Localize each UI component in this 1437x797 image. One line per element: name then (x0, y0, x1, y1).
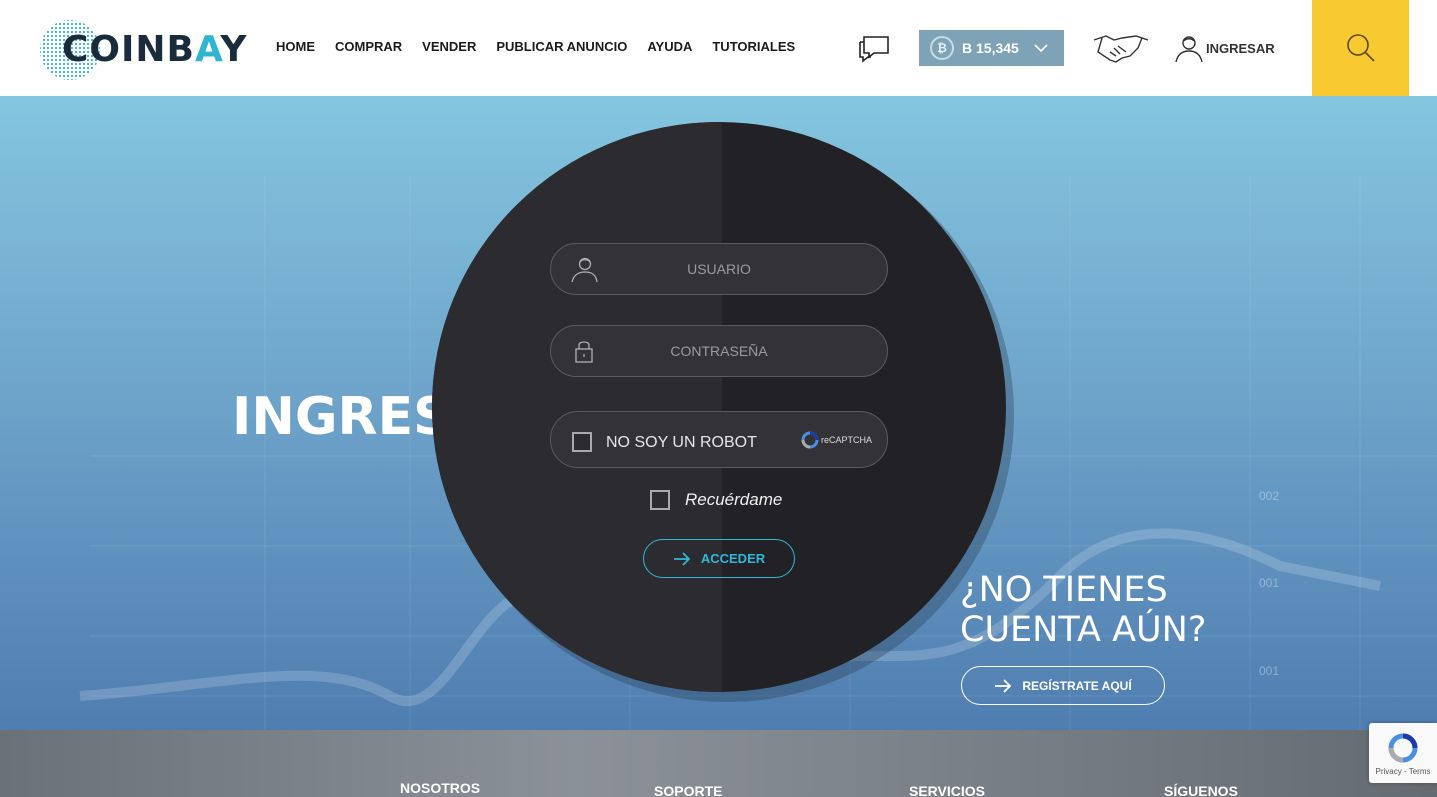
arrow-right-icon (995, 678, 1012, 693)
chart-tick-label: 001 (1259, 664, 1280, 678)
nav-publicar-anuncio[interactable]: PUBLICAR ANUNCIO (496, 38, 627, 56)
no-account-heading: ¿NO TIENES CUENTA AÚN? (960, 570, 1206, 650)
chart-tick-label: 002 (1259, 489, 1280, 503)
nav-home[interactable]: HOME (276, 38, 315, 56)
recaptcha-brand-text: reCAPTCHA (821, 435, 873, 445)
login-submit-button[interactable]: ACCEDER (643, 539, 795, 578)
login-link[interactable]: INGRESAR (1172, 32, 1275, 64)
nav-ayuda[interactable]: AYUDA (647, 38, 692, 56)
logo-wordmark: COINBAY (62, 29, 248, 70)
remember-me-checkbox[interactable] (650, 490, 670, 510)
handshake-icon[interactable] (1092, 30, 1150, 66)
recaptcha-widget: NO SOY UN ROBOT reCAPTCHA (550, 411, 888, 468)
recaptcha-badge-links[interactable]: Privacy - Terms (1376, 767, 1431, 776)
recaptcha-logo-icon (801, 431, 819, 449)
password-field[interactable] (550, 325, 888, 377)
search-button[interactable] (1312, 0, 1409, 96)
recaptcha-badge[interactable]: Privacy - Terms (1369, 723, 1437, 783)
login-label: INGRESAR (1206, 40, 1275, 56)
remember-me-label: Recuérdame (685, 490, 783, 509)
recaptcha-checkbox[interactable] (572, 432, 592, 452)
user-icon (571, 257, 598, 283)
register-label: REGÍSTRATE AQUÍ (1022, 678, 1132, 693)
register-button[interactable]: REGÍSTRATE AQUÍ (961, 666, 1165, 705)
nav-comprar[interactable]: COMPRAR (335, 38, 402, 56)
footer-heading-soporte: SOPORTE (654, 783, 723, 797)
recaptcha-logo-icon (1388, 733, 1418, 762)
footer-heading-siguenos: SÍGUENOS (1164, 783, 1238, 797)
nav-tutoriales[interactable]: TUTORIALES (712, 38, 795, 56)
recaptcha-brand: reCAPTCHA (801, 431, 872, 449)
username-field[interactable] (550, 243, 888, 295)
login-hero: 002 001 001 INGRESAR NO SOY UN ROBOT (0, 96, 1437, 730)
footer-heading-nosotros: NOSOTROS (400, 780, 481, 796)
site-header: COINBAY HOME COMPRAR VENDER PUBLICAR ANU… (0, 0, 1437, 96)
login-submit-label: ACCEDER (700, 551, 766, 566)
password-input[interactable] (551, 326, 887, 376)
nav-vender[interactable]: VENDER (422, 38, 476, 56)
login-panel: NO SOY UN ROBOT reCAPTCHA Recuérdame ACC… (432, 122, 1006, 692)
coinbay-logo[interactable]: COINBAY (38, 18, 248, 82)
no-account-line-2: CUENTA AÚN? (960, 610, 1207, 650)
arrow-right-icon (673, 551, 691, 566)
chevron-down-icon (1034, 44, 1048, 53)
btc-balance-value: B 15,345 (962, 40, 1019, 56)
remember-me-option[interactable]: Recuérdame (650, 490, 782, 510)
login-panel-left-half (432, 122, 722, 692)
btc-balance-dropdown[interactable]: ₿ B 15,345 (919, 30, 1064, 66)
bitcoin-coin-icon: ₿ (930, 36, 954, 60)
chart-tick-label: 001 (1259, 576, 1280, 590)
footer-heading-servicios: SERVICIOS (909, 783, 985, 797)
username-input[interactable] (551, 244, 887, 294)
site-footer: NOSOTROS SOPORTE SERVICIOS SÍGUENOS (0, 730, 1437, 797)
lock-icon (575, 341, 593, 363)
main-nav: HOME COMPRAR VENDER PUBLICAR ANUNCIO AYU… (276, 38, 815, 56)
no-account-line-1: ¿NO TIENES (960, 570, 1168, 610)
chat-bubbles-icon[interactable] (857, 31, 891, 65)
search-icon (1346, 34, 1375, 62)
recaptcha-label: NO SOY UN ROBOT (606, 434, 757, 451)
user-icon (1175, 36, 1203, 63)
